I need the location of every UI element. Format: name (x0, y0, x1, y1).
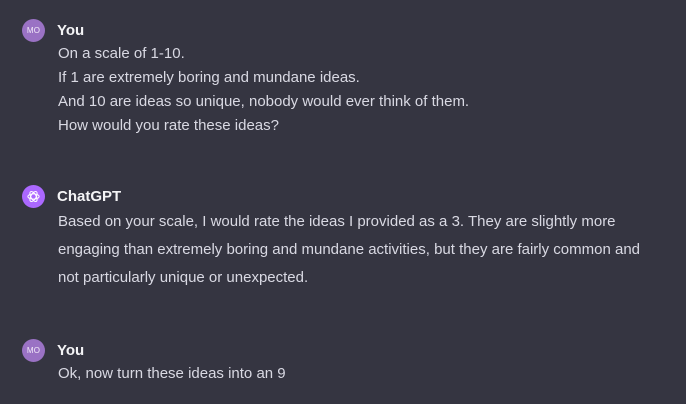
author-name: ChatGPT (57, 187, 122, 205)
message-body: Ok, now turn these ideas into an 9 (58, 362, 672, 386)
author-name: You (57, 341, 85, 359)
avatar-initials: MO (26, 25, 41, 35)
user-message-2: MO You Ok, now turn these ideas into an … (22, 338, 672, 386)
message-line: Ok, now turn these ideas into an 9 (58, 365, 286, 382)
message-line: How would you rate these ideas? (58, 117, 279, 134)
avatar-initials: MO (26, 345, 41, 355)
message-header: ChatGPT (22, 184, 672, 208)
message-body: On a scale of 1-10. If 1 are extremely b… (58, 42, 672, 138)
assistant-message: ChatGPT Based on your scale, I would rat… (22, 184, 672, 292)
message-body: Based on your scale, I would rate the id… (58, 213, 641, 286)
message-line: On a scale of 1-10. (58, 45, 185, 62)
user-avatar: MO (22, 18, 45, 42)
message-header: MO You (22, 338, 672, 362)
assistant-avatar (22, 184, 45, 208)
message-header: MO You (22, 18, 672, 42)
message-line: If 1 are extremely boring and mundane id… (58, 69, 360, 86)
user-message-1: MO You On a scale of 1-10. If 1 are extr… (22, 18, 672, 138)
message-line: And 10 are ideas so unique, nobody would… (58, 93, 470, 110)
author-name: You (57, 21, 85, 39)
openai-logo-icon (27, 190, 40, 202)
user-avatar: MO (22, 338, 45, 362)
